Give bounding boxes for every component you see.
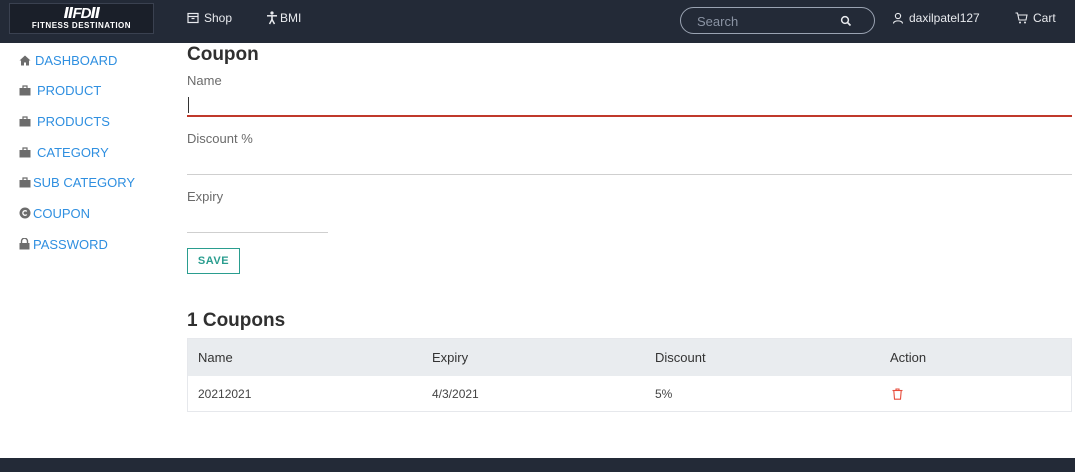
bag-icon xyxy=(18,115,31,127)
column-header-action: Action xyxy=(890,350,927,365)
expiry-label: Expiry xyxy=(187,189,224,204)
delete-coupon-button[interactable] xyxy=(892,376,903,411)
table-row: 20212021 4/3/2021 5% xyxy=(188,376,1071,411)
sidebar-item-sub-category[interactable]: SUB CATEGORY xyxy=(18,173,135,191)
user-name: daxilpatel127 xyxy=(909,11,980,25)
sidebar-item-label: DASHBOARD xyxy=(35,52,118,68)
top-navbar: ⅡFDⅡ FITNESS DESTINATION Shop BMI Search… xyxy=(0,0,1075,43)
accessibility-icon xyxy=(267,11,277,25)
search-box xyxy=(680,7,875,34)
coupon-expiry: 4/3/2021 xyxy=(432,386,479,401)
sidebar-item-label: PASSWORD xyxy=(33,236,108,252)
user-menu-link[interactable]: daxilpatel127 xyxy=(892,11,980,25)
bag-icon xyxy=(18,176,31,188)
name-input[interactable] xyxy=(187,95,1072,117)
name-label: Name xyxy=(187,73,222,88)
cart-icon xyxy=(1015,12,1028,24)
logo-mark: ⅡFDⅡ xyxy=(63,5,101,22)
sidebar-item-password[interactable]: PASSWORD xyxy=(18,235,108,253)
discount-input[interactable] xyxy=(187,153,1072,175)
lock-icon xyxy=(18,238,31,250)
home-icon xyxy=(18,55,31,66)
bag-icon xyxy=(18,84,31,96)
coupons-table: Name Expiry Discount Action 20212021 4/3… xyxy=(187,338,1072,412)
cart-link[interactable]: Cart xyxy=(1015,11,1056,25)
copyright-icon xyxy=(18,207,31,219)
bag-icon xyxy=(18,146,31,158)
sidebar-item-label: PRODUCT xyxy=(37,82,102,98)
sidebar-item-product[interactable]: PRODUCT xyxy=(18,81,101,99)
coupon-discount: 5% xyxy=(655,386,673,401)
sidebar-item-label: CATEGORY xyxy=(37,144,109,160)
expiry-input[interactable] xyxy=(187,211,328,233)
search-input[interactable] xyxy=(697,13,837,29)
sidebar-item-products[interactable]: PRODUCTS xyxy=(18,112,110,130)
text-caret xyxy=(188,97,189,113)
sidebar-item-coupon[interactable]: COUPON xyxy=(18,204,90,222)
logo[interactable]: ⅡFDⅡ FITNESS DESTINATION xyxy=(9,3,154,34)
nav-shop-label: Shop xyxy=(204,11,233,25)
sidebar-item-category[interactable]: CATEGORY xyxy=(18,143,109,161)
sidebar-item-label: COUPON xyxy=(33,205,91,221)
footer-bar xyxy=(0,458,1075,472)
page-title: Coupon xyxy=(187,44,259,65)
column-header-name: Name xyxy=(198,350,233,365)
column-header-expiry: Expiry xyxy=(432,350,469,365)
search-icon[interactable] xyxy=(840,15,852,27)
sidebar-item-dashboard[interactable]: DASHBOARD xyxy=(18,51,117,69)
column-header-discount: Discount xyxy=(655,350,706,365)
save-button[interactable]: SAVE xyxy=(187,248,240,274)
sidebar-item-label: SUB CATEGORY xyxy=(33,174,136,190)
trash-icon[interactable] xyxy=(892,387,903,400)
coupons-count-title: 1 Coupons xyxy=(187,310,286,331)
nav-shop-link[interactable]: Shop xyxy=(187,11,232,25)
coupon-name: 20212021 xyxy=(198,386,252,401)
nav-bmi-label: BMI xyxy=(280,11,302,25)
logo-text: FITNESS DESTINATION xyxy=(31,21,132,30)
shop-icon xyxy=(187,12,199,24)
nav-bmi-link[interactable]: BMI xyxy=(266,11,301,25)
cart-label: Cart xyxy=(1033,11,1056,25)
table-header: Name Expiry Discount Action xyxy=(188,339,1071,376)
sidebar-item-label: PRODUCTS xyxy=(37,113,110,129)
discount-label: Discount % xyxy=(187,131,253,146)
user-icon xyxy=(892,12,904,24)
